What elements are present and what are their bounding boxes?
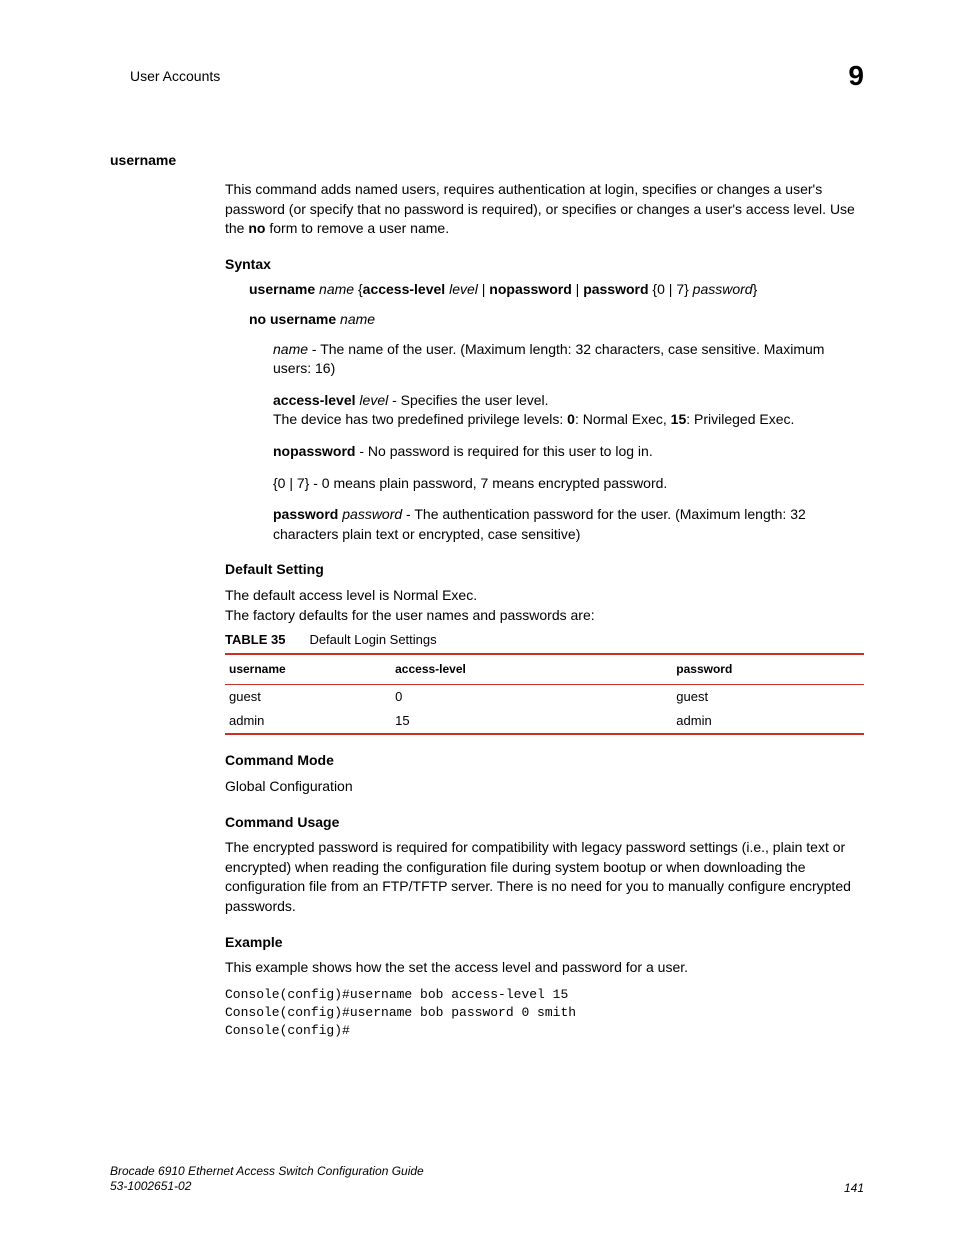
param-nopassword-text: - No password is required for this user … — [355, 443, 652, 459]
param-access-label: access-level — [273, 392, 356, 408]
th-password: password — [672, 654, 864, 684]
example-intro: This example shows how the set the acces… — [225, 958, 864, 978]
command-description: This command adds named users, requires … — [225, 180, 864, 239]
footer-page-number: 141 — [844, 1181, 864, 1195]
body-content: This command adds named users, requires … — [225, 180, 864, 1040]
example-code: Console(config)#username bob access-leve… — [225, 986, 864, 1041]
page-container: User Accounts 9 username This command ad… — [0, 0, 954, 1235]
kw-username: username — [249, 281, 315, 297]
default-setting-line2: The factory defaults for the user names … — [225, 606, 864, 626]
section-title: User Accounts — [130, 68, 220, 84]
desc-part2: form to remove a user name. — [265, 220, 449, 236]
param-access-text2a: The device has two predefined privilege … — [273, 411, 567, 427]
pipe1: | — [478, 281, 489, 297]
default-login-table: username access-level password guest 0 g… — [225, 653, 864, 735]
footer-left: Brocade 6910 Ethernet Access Switch Conf… — [110, 1164, 424, 1195]
footer-title: Brocade 6910 Ethernet Access Switch Conf… — [110, 1164, 424, 1180]
command-mode-heading: Command Mode — [225, 751, 864, 771]
arg-level: level — [449, 281, 478, 297]
th-username: username — [225, 654, 391, 684]
cell-password: guest — [672, 685, 864, 710]
page-header: User Accounts 9 — [130, 60, 864, 92]
table-label: TABLE 35 — [225, 632, 285, 647]
command-name: username — [110, 152, 864, 168]
command-usage-text: The encrypted password is required for c… — [225, 838, 864, 916]
param-name-text: - The name of the user. (Maximum length:… — [273, 341, 824, 377]
param-nopassword: nopassword - No password is required for… — [273, 442, 864, 462]
table-row: guest 0 guest — [225, 685, 864, 710]
command-mode-text: Global Configuration — [225, 777, 864, 797]
cell-password: admin — [672, 709, 864, 734]
kw-access-level: access-level — [363, 281, 446, 297]
arg-name: name — [319, 281, 354, 297]
param-name: name - The name of the user. (Maximum le… — [273, 340, 864, 379]
param-name-label: name — [273, 341, 308, 357]
kw-no-username: no username — [249, 311, 336, 327]
param-access-level-arg: level — [359, 392, 388, 408]
param-password: password password - The authentication p… — [273, 505, 864, 544]
rbrace: } — [753, 281, 758, 297]
cell-access-level: 15 — [391, 709, 672, 734]
param-access-text2c: : Privileged Exec. — [686, 411, 794, 427]
command-usage-heading: Command Usage — [225, 813, 864, 833]
param-access-text2b: : Normal Exec, — [575, 411, 671, 427]
param-nopassword-label: nopassword — [273, 443, 355, 459]
table-row: admin 15 admin — [225, 709, 864, 734]
param-07-text: - 0 means plain password, 7 means encryp… — [309, 475, 667, 491]
param-access-zero: 0 — [567, 411, 575, 427]
th-access-level: access-level — [391, 654, 672, 684]
arg-password: password — [693, 281, 753, 297]
desc-no: no — [248, 220, 265, 236]
kw-nopassword: nopassword — [489, 281, 571, 297]
default-setting-heading: Default Setting — [225, 560, 864, 580]
table-caption: TABLE 35 Default Login Settings — [225, 631, 864, 649]
arg-name2: name — [340, 311, 375, 327]
cell-access-level: 0 — [391, 685, 672, 710]
table-title: Default Login Settings — [309, 632, 436, 647]
table-header-row: username access-level password — [225, 654, 864, 684]
param-access-text1: - Specifies the user level. — [388, 392, 548, 408]
lbrace: { — [354, 281, 363, 297]
param-password-arg: password — [342, 506, 402, 522]
param-07-label: {0 | 7} — [273, 475, 309, 491]
param-access-level: access-level level - Specifies the user … — [273, 391, 864, 430]
syntax-heading: Syntax — [225, 255, 864, 275]
cell-username: guest — [225, 685, 391, 710]
cell-username: admin — [225, 709, 391, 734]
pipe2: | — [572, 281, 583, 297]
page-footer: Brocade 6910 Ethernet Access Switch Conf… — [110, 1164, 864, 1195]
chapter-number: 9 — [848, 60, 864, 92]
syntax-line1: username name {access-level level | nopa… — [249, 280, 864, 300]
default-setting-line1: The default access level is Normal Exec. — [225, 586, 864, 606]
param-access-fifteen: 15 — [671, 411, 687, 427]
param-password-label: password — [273, 506, 338, 522]
kw-password: password — [583, 281, 648, 297]
footer-docnum: 53-1002651-02 — [110, 1179, 424, 1195]
options07: {0 | 7} — [649, 281, 689, 297]
syntax-line2: no username name — [249, 310, 864, 330]
example-heading: Example — [225, 933, 864, 953]
param-07: {0 | 7} - 0 means plain password, 7 mean… — [273, 474, 864, 494]
